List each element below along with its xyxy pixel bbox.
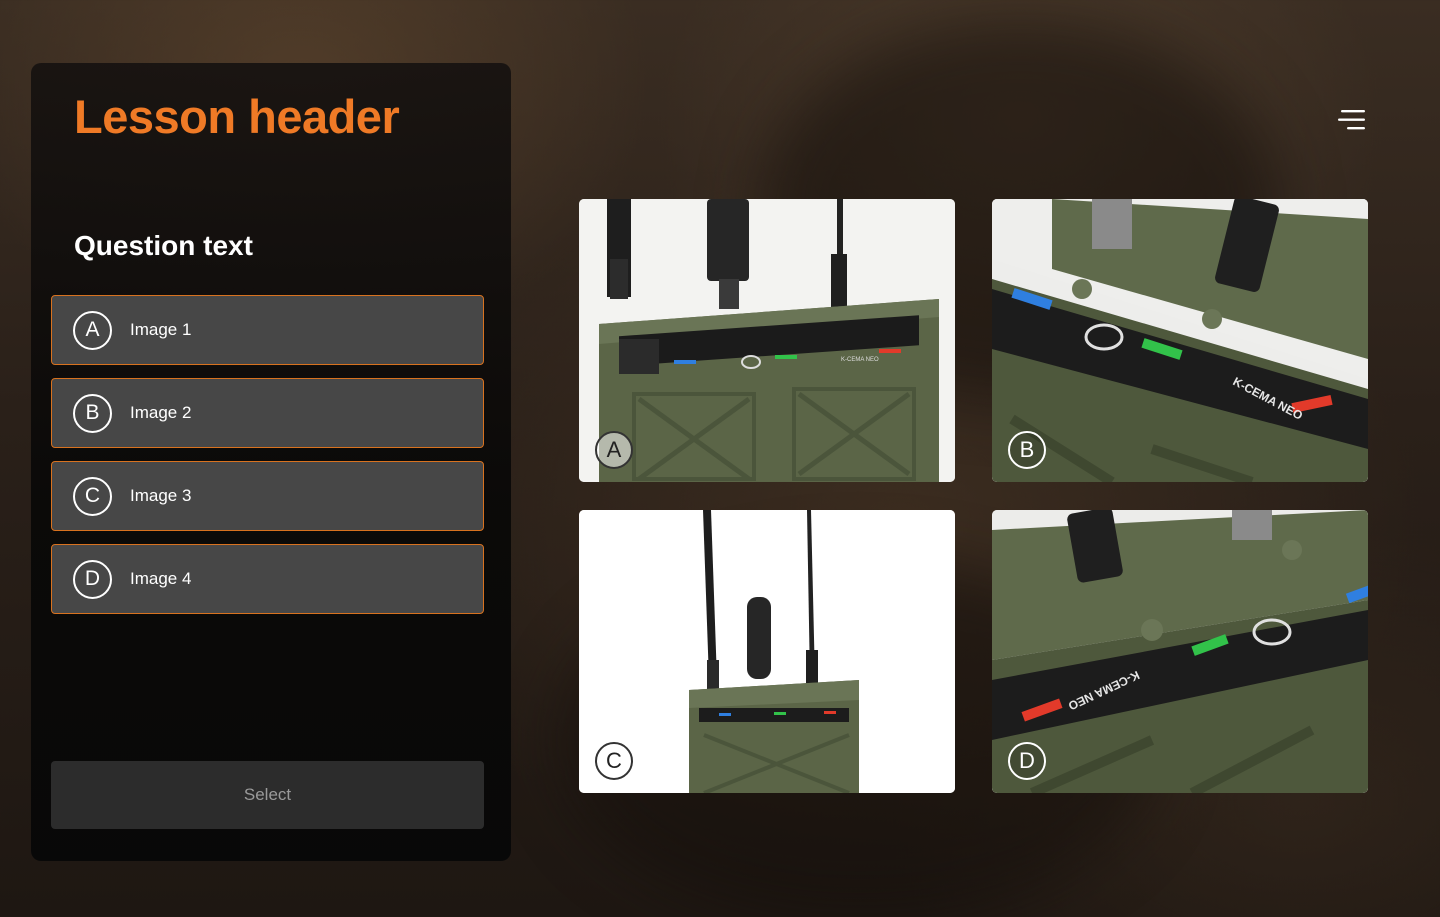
device-photo-b: K-CEMA NEO xyxy=(992,199,1368,482)
select-button[interactable]: Select xyxy=(51,761,484,829)
option-letter-badge: B xyxy=(73,393,112,433)
option-label: Image 2 xyxy=(130,403,192,422)
device-photo-a: K-CEMA NEO xyxy=(579,199,955,482)
device-label: K-CEMA NEO xyxy=(841,357,879,363)
answer-options: A Image 1 B Image 2 C Image 3 D Image 4 xyxy=(51,295,484,627)
question-text: Question text xyxy=(74,230,253,261)
menu-icon[interactable] xyxy=(1338,108,1368,132)
lesson-header: Lesson header xyxy=(74,90,400,143)
device-photo-d: K-CEMA NEO xyxy=(992,510,1368,793)
image-card-a[interactable]: K-CEMA NEO A xyxy=(579,199,955,482)
option-letter-badge: C xyxy=(73,476,112,516)
device-photo-c xyxy=(579,510,955,793)
lesson-panel: Lesson header Question text A Image 1 B … xyxy=(31,63,511,861)
option-letter-badge: D xyxy=(73,559,112,599)
option-label: Image 3 xyxy=(130,486,192,505)
option-letter-badge: A xyxy=(73,310,112,350)
option-a[interactable]: A Image 1 xyxy=(51,295,484,365)
image-letter-badge: B xyxy=(1008,431,1046,469)
image-letter-badge: A xyxy=(595,431,633,469)
image-letter-badge: D xyxy=(1008,742,1046,780)
image-card-c[interactable]: C xyxy=(579,510,955,793)
option-c[interactable]: C Image 3 xyxy=(51,461,484,531)
image-card-d[interactable]: K-CEMA NEO D xyxy=(992,510,1368,793)
option-d[interactable]: D Image 4 xyxy=(51,544,484,614)
option-label: Image 4 xyxy=(130,569,192,588)
option-label: Image 1 xyxy=(130,320,192,339)
image-letter-badge: C xyxy=(595,742,633,780)
image-card-b[interactable]: K-CEMA NEO B xyxy=(992,199,1368,482)
option-b[interactable]: B Image 2 xyxy=(51,378,484,448)
